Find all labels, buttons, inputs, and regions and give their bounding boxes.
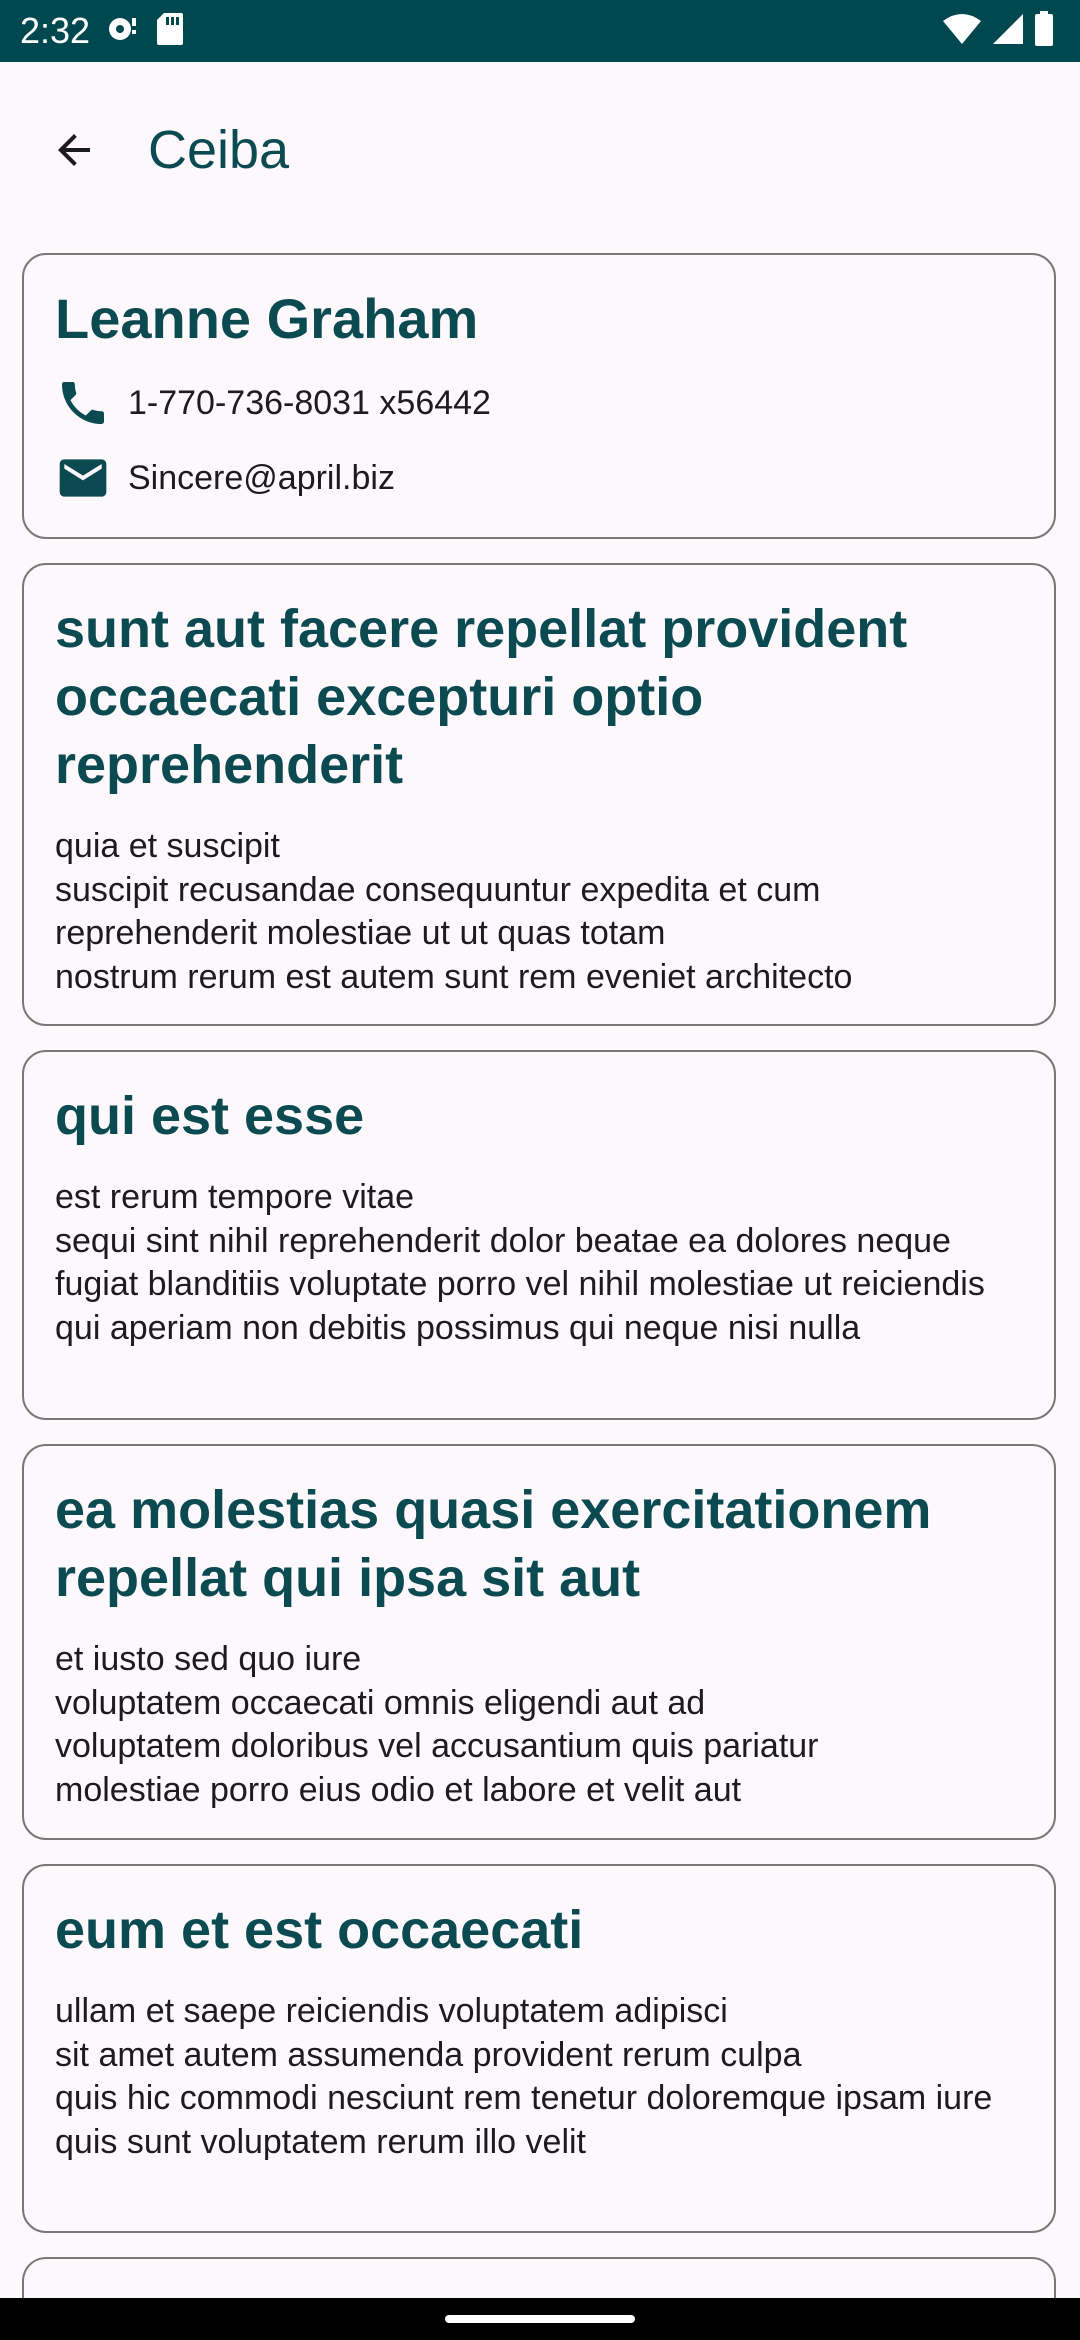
- post-body: et iusto sed quo iure voluptatem occaeca…: [55, 1640, 819, 1809]
- post-title: ea molestias quasi exercitationem repell…: [55, 1480, 932, 1608]
- post-card[interactable]: sunt aut facere repellat provident occae…: [22, 563, 1056, 1026]
- status-left-icons: [106, 12, 184, 50]
- status-bar: 2:32: [0, 0, 1080, 62]
- phone-icon: [55, 375, 111, 431]
- post-title: sunt aut facere repellat provident occae…: [55, 599, 908, 795]
- post-title: qui est esse: [55, 1086, 365, 1146]
- home-indicator[interactable]: [445, 2315, 635, 2323]
- phone-row[interactable]: 1-770-736-8031 x56442: [55, 375, 491, 431]
- page-title: Ceiba: [148, 120, 290, 180]
- back-button[interactable]: [34, 112, 114, 192]
- notification-icon: [106, 14, 142, 49]
- arrow-back-icon: [50, 126, 98, 179]
- post-body: est rerum tempore vitae sequi sint nihil…: [55, 1178, 985, 1347]
- status-right-icons: [942, 10, 1054, 52]
- post-card[interactable]: ea molestias quasi exercitationem repell…: [22, 1444, 1056, 1840]
- battery-icon: [1034, 10, 1054, 52]
- post-body: ullam et saepe reiciendis voluptatem adi…: [55, 1992, 993, 2161]
- post-body: quia et suscipit suscipit recusandae con…: [55, 827, 853, 996]
- mail-icon: [55, 450, 111, 506]
- post-card[interactable]: eum et est occaecati ullam et saepe reic…: [22, 1864, 1056, 2233]
- phone-number: 1-770-736-8031 x56442: [128, 384, 491, 422]
- signal-icon: [992, 13, 1024, 50]
- email-row[interactable]: Sincere@april.biz: [55, 450, 395, 506]
- email-address: Sincere@april.biz: [128, 459, 395, 497]
- status-time: 2:32: [20, 10, 91, 51]
- navigation-bar: [0, 2298, 1080, 2340]
- user-name: Leanne Graham: [55, 287, 479, 350]
- wifi-icon: [942, 13, 982, 50]
- post-title: eum et est occaecati: [55, 1900, 584, 1960]
- sd-card-icon: [156, 12, 184, 51]
- user-card: Leanne Graham 1-770-736-8031 x56442 Sinc…: [22, 253, 1056, 539]
- post-card[interactable]: qui est esse est rerum tempore vitae seq…: [22, 1050, 1056, 1420]
- app-bar: Ceiba: [0, 62, 1080, 230]
